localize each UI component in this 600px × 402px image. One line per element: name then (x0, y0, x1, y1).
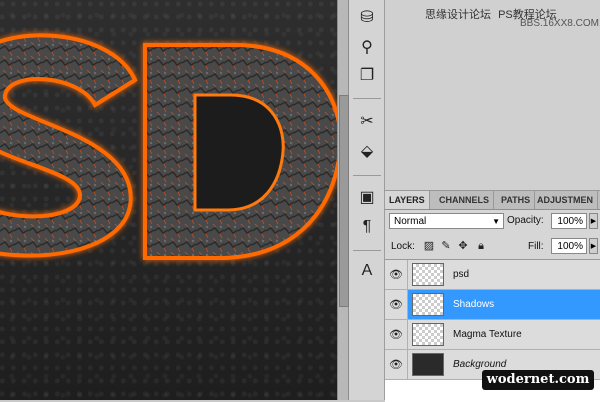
tab-layers[interactable]: LAYERS (385, 191, 430, 209)
bucket-icon[interactable]: ⬙ (355, 140, 379, 162)
layer-name: Magma Texture (453, 329, 522, 340)
layer-row-psd[interactable]: 👁︎ psd (385, 260, 600, 290)
brush-preset-icon[interactable]: ⛁ (355, 6, 379, 28)
layer-row-shadows[interactable]: 👁︎ Shadows (385, 290, 600, 320)
panel-dock: ⛁ ⚲ ❐ ✂ ⬙ ▣ ¶ A (349, 0, 385, 400)
lock-transparency-icon[interactable]: ▨ (423, 240, 435, 252)
fill-input[interactable]: 100% (551, 238, 587, 254)
clone-source-icon[interactable]: ⚲ (355, 36, 379, 58)
tab-paths[interactable]: PATHS (497, 191, 536, 209)
navigator-icon[interactable]: ▣ (355, 186, 379, 208)
tab-adjustments[interactable]: ADJUSTMEN (533, 191, 599, 209)
dock-divider (353, 250, 381, 251)
visibility-eye-icon[interactable]: 👁︎ (385, 290, 408, 319)
layer-name: psd (453, 269, 470, 280)
opacity-slider-arrow[interactable]: ▶ (589, 213, 598, 229)
letter-d-shape (143, 43, 337, 260)
tab-channels[interactable]: CHANNELS (435, 191, 495, 209)
watermark-title: 思缘设计论坛 (425, 9, 491, 21)
lock-move-icon[interactable]: ✥ (457, 240, 469, 252)
canvas-vertical-scrollbar[interactable] (337, 0, 349, 400)
layer-thumbnail (412, 263, 444, 286)
character-icon[interactable]: A (355, 260, 379, 282)
layers-panel: LAYERS CHANNELS PATHS ADJUSTMEN Normal ▼… (385, 190, 600, 402)
opacity-input[interactable]: 100% (551, 213, 587, 229)
fill-slider-arrow[interactable]: ▶ (589, 238, 598, 254)
fill-label: Fill: (528, 241, 544, 252)
document-canvas[interactable] (0, 0, 337, 400)
watermark-site: BBS.16XX8.COM (520, 18, 599, 29)
layer-thumbnail (412, 323, 444, 346)
layer-row-magma-texture[interactable]: 👁︎ Magma Texture (385, 320, 600, 350)
letter-s-shape (0, 33, 138, 258)
chevron-down-icon: ▼ (492, 217, 500, 226)
lock-brush-icon[interactable]: ✎ (440, 240, 452, 252)
layer-comps-icon[interactable]: ❐ (355, 64, 379, 86)
layer-name: Shadows (453, 299, 495, 310)
layer-thumbnail (412, 353, 444, 376)
layer-thumbnail (412, 293, 444, 316)
lock-all-icon[interactable]: 🔒︎ (475, 240, 487, 252)
scrollbar-thumb[interactable] (339, 95, 349, 307)
tools-preset-icon[interactable]: ✂ (355, 110, 379, 132)
footer-watermark: wodernet.com (482, 370, 594, 390)
paragraph-icon[interactable]: ¶ (355, 216, 379, 238)
visibility-eye-icon[interactable]: 👁︎ (385, 260, 408, 289)
dock-divider (353, 98, 381, 99)
dock-divider (353, 175, 381, 176)
panel-tabs: LAYERS CHANNELS PATHS ADJUSTMEN (385, 191, 600, 210)
blend-mode-select[interactable]: Normal ▼ (389, 213, 504, 229)
lock-label: Lock: (391, 241, 415, 252)
lava-text-artwork (0, 33, 337, 260)
opacity-label: Opacity: (507, 215, 544, 226)
visibility-eye-icon[interactable]: 👁︎ (385, 320, 408, 349)
visibility-eye-icon[interactable]: 👁︎ (385, 350, 408, 379)
blend-mode-value: Normal (394, 216, 427, 227)
